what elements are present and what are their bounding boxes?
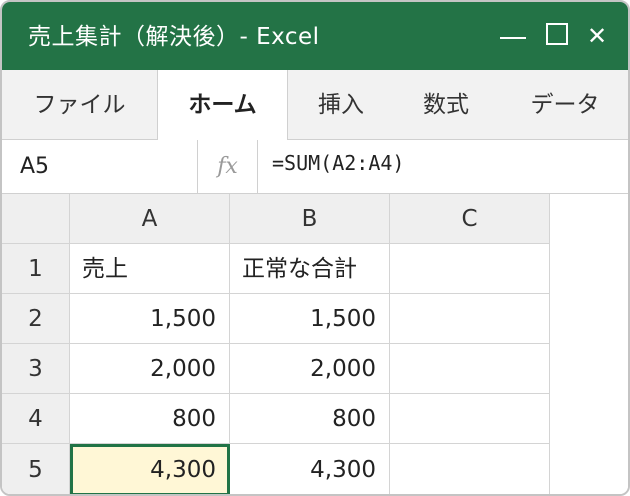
tab-data[interactable]: データ xyxy=(498,70,628,140)
maximize-icon[interactable] xyxy=(546,23,568,45)
title-bar: 売上集計（解決後）- Excel ✕ xyxy=(2,2,628,70)
column-header-b[interactable]: B xyxy=(230,194,390,244)
cell-b2[interactable]: 1,500 xyxy=(230,294,390,344)
cell-a2[interactable]: 1,500 xyxy=(70,294,230,344)
cell-b3[interactable]: 2,000 xyxy=(230,344,390,394)
ribbon-tabs: ファイル ホーム 挿入 数式 データ xyxy=(2,70,628,140)
formula-bar: A5 fx =SUM(A2:A4) xyxy=(2,140,628,194)
select-all-corner[interactable] xyxy=(2,194,70,244)
cell-a3[interactable]: 2,000 xyxy=(70,344,230,394)
formula-input[interactable]: =SUM(A2:A4) xyxy=(272,140,404,193)
excel-window: 売上集計（解決後）- Excel ✕ ファイル ホーム 挿入 数式 データ A5… xyxy=(0,0,630,496)
fx-icon[interactable]: fx xyxy=(198,140,258,193)
tab-file[interactable]: ファイル xyxy=(2,70,157,140)
row-header-1[interactable]: 1 xyxy=(2,244,70,294)
window-title: 売上集計（解決後）- Excel xyxy=(28,24,320,50)
cell-a5-selected[interactable]: 4,300 xyxy=(70,444,230,494)
row-header-2[interactable]: 2 xyxy=(2,294,70,344)
column-header-a[interactable]: A xyxy=(70,194,230,244)
row-header-5[interactable]: 5 xyxy=(2,444,70,494)
spreadsheet-grid: A B C 1 売上 正常な合計 2 1,500 1,500 3 2,000 2… xyxy=(2,194,628,494)
tab-insert[interactable]: 挿入 xyxy=(288,70,394,140)
cell-a4[interactable]: 800 xyxy=(70,394,230,444)
row-header-4[interactable]: 4 xyxy=(2,394,70,444)
cell-c4[interactable] xyxy=(390,394,550,444)
cell-c3[interactable] xyxy=(390,344,550,394)
row-header-3[interactable]: 3 xyxy=(2,344,70,394)
column-header-c[interactable]: C xyxy=(390,194,550,244)
close-icon[interactable]: ✕ xyxy=(585,22,609,50)
tab-home[interactable]: ホーム xyxy=(157,70,288,140)
cell-b4[interactable]: 800 xyxy=(230,394,390,444)
name-box[interactable]: A5 xyxy=(2,140,198,193)
tab-formulas[interactable]: 数式 xyxy=(394,70,498,140)
cell-c2[interactable] xyxy=(390,294,550,344)
cell-c5[interactable] xyxy=(390,444,550,494)
cell-a1[interactable]: 売上 xyxy=(70,244,230,294)
cell-c1[interactable] xyxy=(390,244,550,294)
cell-b1[interactable]: 正常な合計 xyxy=(230,244,390,294)
cell-b5[interactable]: 4,300 xyxy=(230,444,390,494)
minimize-icon[interactable] xyxy=(500,37,526,39)
